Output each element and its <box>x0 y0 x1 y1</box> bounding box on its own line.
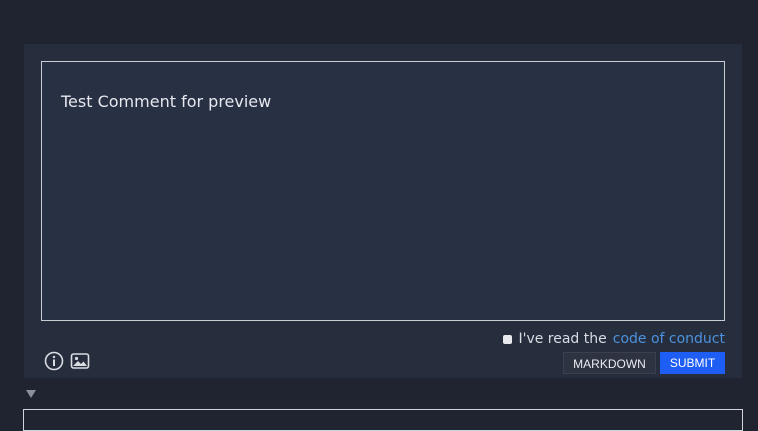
collapse-triangle-icon[interactable] <box>26 390 36 398</box>
next-comment-box <box>23 409 743 431</box>
submit-button[interactable]: SUBMIT <box>660 352 725 374</box>
code-of-conduct-link[interactable]: code of conduct <box>613 331 725 347</box>
code-of-conduct-checkbox[interactable] <box>503 334 513 344</box>
code-of-conduct-prefix: I've read the <box>518 331 607 347</box>
comment-textarea[interactable]: Test Comment for preview <box>41 61 725 321</box>
comment-form: Test Comment for preview I've read the c… <box>24 44 742 378</box>
comment-text: Test Comment for preview <box>61 92 272 111</box>
editor-icons <box>44 351 90 371</box>
code-of-conduct-row: I've read the code of conduct <box>503 331 725 347</box>
info-icon[interactable] <box>44 351 64 371</box>
markdown-button[interactable]: MARKDOWN <box>563 352 656 374</box>
image-icon[interactable] <box>70 351 90 371</box>
